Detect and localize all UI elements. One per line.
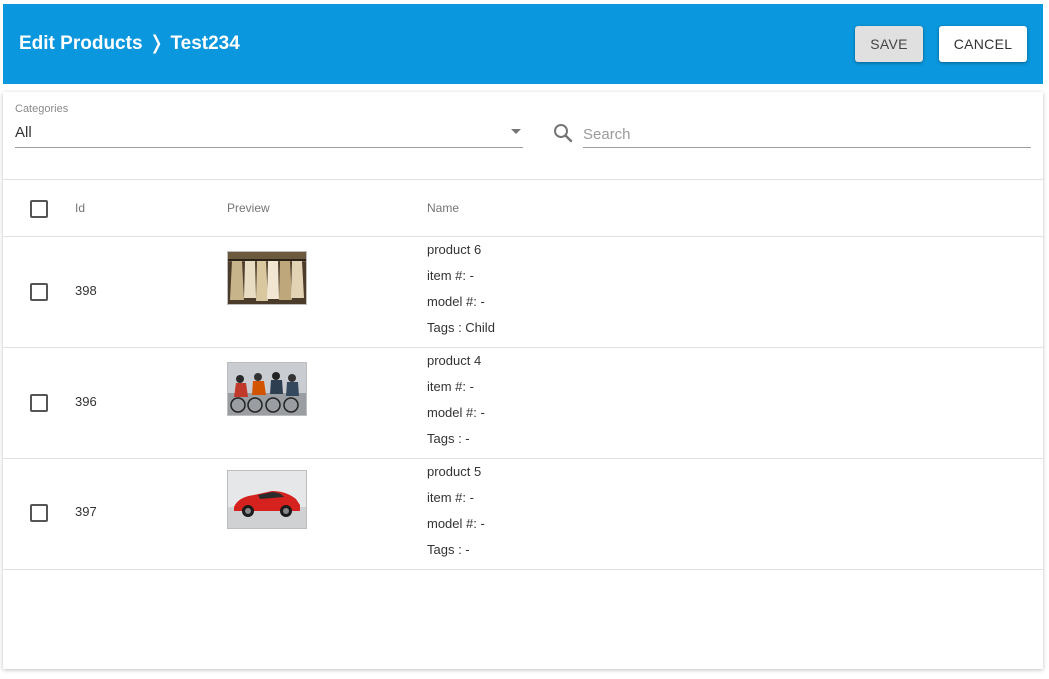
page-title: Edit Products ❭ Test234 xyxy=(19,4,240,84)
products-table: Id Preview Name 398 product 6 item #: - … xyxy=(3,179,1043,570)
clothes-rack-image xyxy=(227,251,307,305)
product-tags: Tags : Child xyxy=(427,320,495,335)
table-header: Id Preview Name xyxy=(3,179,1043,237)
product-name-cell: product 5 item #: - model #: - Tags : - xyxy=(427,465,485,569)
product-model-number: model #: - xyxy=(427,294,485,309)
product-name: product 5 xyxy=(427,464,482,479)
column-header-name: Name xyxy=(427,201,460,215)
search-input[interactable] xyxy=(583,122,1031,148)
breadcrumb-separator-icon: ❭ xyxy=(148,33,165,54)
app-bar: Edit Products ❭ Test234 SAVE CANCEL xyxy=(3,4,1043,84)
row-id: 396 xyxy=(75,394,97,409)
product-model-number: model #: - xyxy=(427,405,485,420)
product-item-number: item #: - xyxy=(427,490,474,505)
product-name-cell: product 6 item #: - model #: - Tags : Ch… xyxy=(427,243,495,347)
product-model-number: model #: - xyxy=(427,516,485,531)
product-name: product 4 xyxy=(427,353,482,368)
row-checkbox[interactable] xyxy=(30,283,48,301)
select-all-checkbox[interactable] xyxy=(30,200,48,218)
products-card: Categories All Id Preview Name 398 xyxy=(3,92,1043,669)
categories-select[interactable]: All xyxy=(15,122,523,148)
title-prefix: Edit Products xyxy=(19,33,143,54)
product-name-cell: product 4 item #: - model #: - Tags : - xyxy=(427,354,485,458)
product-item-number: item #: - xyxy=(427,268,474,283)
categories-value: All xyxy=(15,124,32,141)
product-tags: Tags : - xyxy=(427,431,470,446)
row-checkbox[interactable] xyxy=(30,394,48,412)
categories-label: Categories xyxy=(15,103,69,115)
dropdown-arrow-icon xyxy=(511,129,521,134)
table-row[interactable]: 397 product 5 item #: - model #: - Tags … xyxy=(3,459,1043,570)
table-row[interactable]: 396 product 4 item #: - model #: - Tags … xyxy=(3,348,1043,459)
red-sports-car-image xyxy=(227,470,307,529)
column-header-preview: Preview xyxy=(227,201,270,215)
product-tags: Tags : - xyxy=(427,542,470,557)
row-id: 398 xyxy=(75,283,97,298)
row-checkbox[interactable] xyxy=(30,504,48,522)
cancel-button[interactable]: CANCEL xyxy=(939,26,1027,62)
search-icon xyxy=(554,124,573,143)
row-id: 397 xyxy=(75,504,97,519)
product-item-number: item #: - xyxy=(427,379,474,394)
column-header-id: Id xyxy=(75,201,86,215)
cyclists-image xyxy=(227,362,307,416)
save-button[interactable]: SAVE xyxy=(855,26,923,62)
title-suffix: Test234 xyxy=(170,33,240,54)
product-name: product 6 xyxy=(427,242,482,257)
table-row[interactable]: 398 product 6 item #: - model #: - Tags … xyxy=(3,237,1043,348)
